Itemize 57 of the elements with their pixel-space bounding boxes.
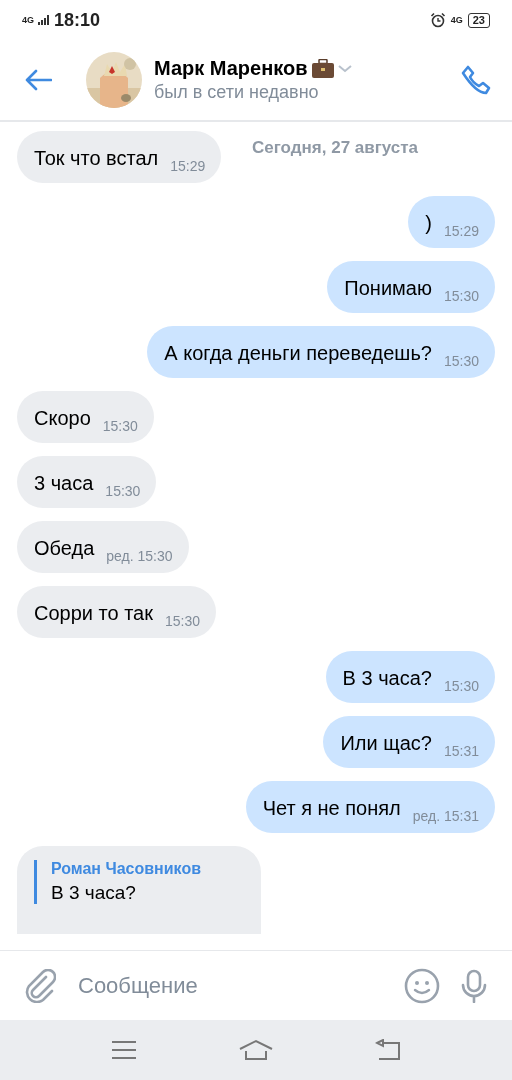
message-bubble[interactable]: В 3 часа? 15:30 <box>325 651 495 703</box>
microphone-icon[interactable] <box>460 968 488 1003</box>
message-time: 15:31 <box>443 743 479 759</box>
menu-icon[interactable] <box>110 1040 137 1060</box>
message-bubble[interactable]: Роман Часовников В 3 часа? <box>17 846 262 934</box>
message-time: ред. 15:31 <box>412 808 479 824</box>
message-text: А когда деньги переведешь? <box>164 341 432 366</box>
contact-name: Марк Маренков <box>154 57 308 80</box>
back-icon[interactable] <box>375 1039 402 1061</box>
message-time: 15:30 <box>443 678 479 694</box>
message-bubble[interactable]: Скоро 15:30 <box>17 391 154 443</box>
message-time: 15:30 <box>102 418 138 434</box>
message-bubble[interactable]: Понимаю 15:30 <box>327 261 495 313</box>
message-bubble[interactable]: Сорри то так 15:30 <box>17 586 216 638</box>
date-label: Сегодня, 27 августа <box>252 138 419 158</box>
phone-icon[interactable] <box>460 64 492 96</box>
message-text: Чет я не понял <box>262 796 401 821</box>
message-text: Сорри то так <box>34 601 153 626</box>
battery-level: 23 <box>467 12 490 28</box>
message-text: ) <box>425 211 432 236</box>
message-text: Скоро <box>34 406 91 431</box>
message-bubble[interactable]: Ток что встал 15:29 <box>17 131 222 183</box>
signal-icon <box>38 15 50 25</box>
message-time: 15:29 <box>170 158 206 174</box>
message-input[interactable]: Сообщение <box>76 971 384 1000</box>
quoted-message[interactable]: Роман Часовников В 3 часа? <box>34 860 202 904</box>
network-label: 4G <box>450 15 463 25</box>
message-text: Или щас? <box>340 731 432 756</box>
clock-time: 18:10 <box>54 9 101 31</box>
back-arrow-icon[interactable] <box>24 69 52 91</box>
quote-text: В 3 часа? <box>51 882 137 904</box>
network-label: 4G <box>22 15 34 25</box>
emoji-icon[interactable] <box>404 967 440 1004</box>
contact-status: был в сети недавно <box>154 82 320 103</box>
alarm-icon <box>429 12 446 28</box>
home-icon[interactable] <box>238 1039 274 1061</box>
message-time: 15:30 <box>443 288 479 304</box>
quote-author: Роман Часовников <box>51 860 202 878</box>
briefcase-icon <box>311 59 334 78</box>
message-bubble[interactable]: ) 15:29 <box>408 196 495 248</box>
message-bubble[interactable]: Или щас? 15:31 <box>323 716 495 768</box>
message-time: 15:29 <box>443 223 479 239</box>
paperclip-icon[interactable] <box>24 968 56 1003</box>
message-time: 15:30 <box>443 353 479 369</box>
message-bubble[interactable]: А когда деньги переведешь? 15:30 <box>147 326 495 378</box>
message-time: ред. 15:30 <box>106 548 173 564</box>
message-text: Обеда <box>34 536 95 561</box>
chevron-down-icon[interactable] <box>337 64 352 73</box>
message-text: Ток что встал <box>34 146 159 171</box>
message-time: 15:30 <box>105 483 141 499</box>
message-time: 15:30 <box>164 613 200 629</box>
message-bubble[interactable]: Обеда ред. 15:30 <box>17 521 189 573</box>
message-bubble[interactable]: Чет я не понял ред. 15:31 <box>245 781 495 833</box>
message-text: Понимаю <box>344 276 432 301</box>
message-bubble[interactable]: 3 часа 15:30 <box>17 456 157 508</box>
message-text: В 3 часа? <box>342 666 432 691</box>
message-text: 3 часа <box>34 471 94 496</box>
